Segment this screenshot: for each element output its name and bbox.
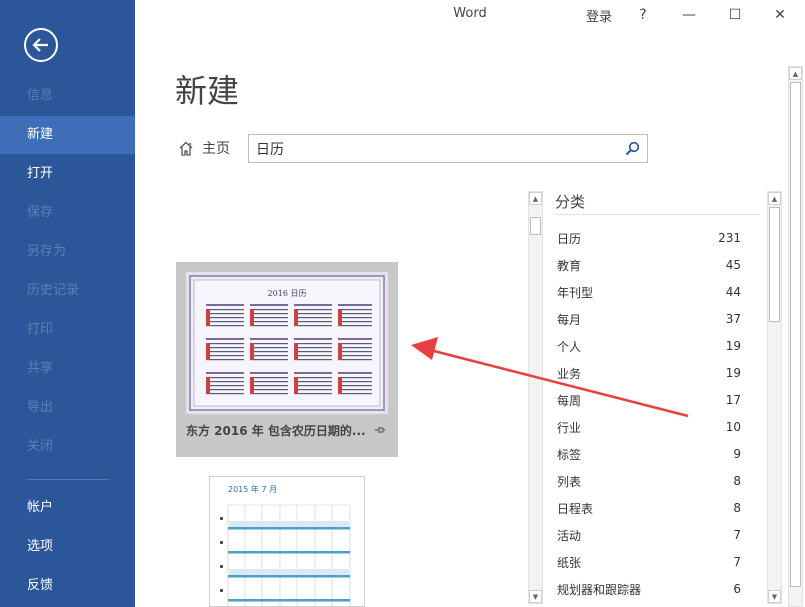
annotation-arrow-icon <box>411 337 689 418</box>
